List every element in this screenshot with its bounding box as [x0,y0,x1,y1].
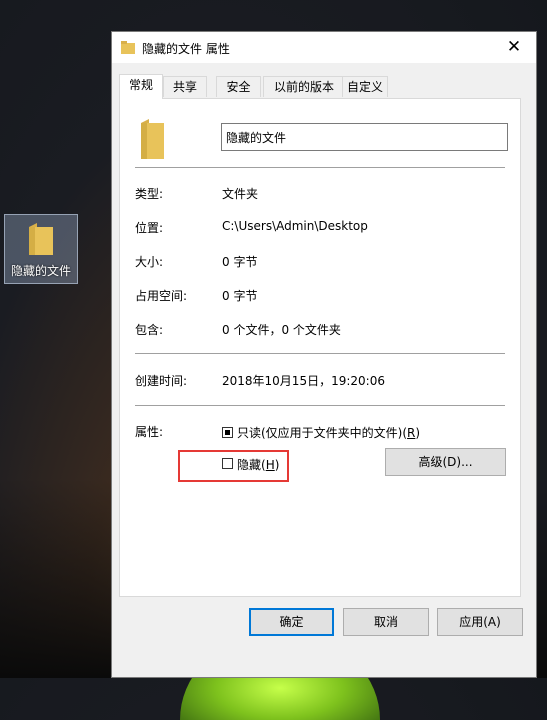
contains-label: 包含: [135,323,164,337]
created-value: 2018年10月15日，19:20:06 [222,374,385,388]
desktop-folder-icon[interactable]: 隐藏的文件 [4,214,78,284]
divider [135,353,505,354]
highlight-box [178,450,289,482]
ok-button[interactable]: 确定 [249,608,334,636]
size-on-disk-value: 0 字节 [222,289,258,303]
tab-security[interactable]: 安全 [216,76,261,97]
created-label: 创建时间: [135,374,188,388]
folder-icon [121,41,135,54]
window-title: 隐藏的文件 属性 [142,42,230,56]
contains-value: 0 个文件，0 个文件夹 [222,323,341,337]
properties-dialog: 隐藏的文件 属性 ✕ 常规 共享 安全 以前的版本 自定义 类型: 文件夹 位置… [111,31,537,678]
size-on-disk-label: 占用空间: [135,289,188,303]
folder-icon [141,119,164,159]
type-value: 文件夹 [222,187,259,201]
desktop-folder-label: 隐藏的文件 [10,264,71,278]
close-button[interactable]: ✕ [492,32,536,63]
tab-sharing[interactable]: 共享 [163,76,207,97]
apply-button[interactable]: 应用(A) [437,608,523,636]
type-label: 类型: [135,187,164,201]
readonly-label[interactable]: 只读(仅应用于文件夹中的文件)(R) [237,424,420,441]
size-label: 大小: [135,255,164,269]
general-panel: 类型: 文件夹 位置: C:\Users\Admin\Desktop 大小: 0… [119,98,521,597]
size-value: 0 字节 [222,255,258,269]
location-label: 位置: [135,221,164,235]
location-value: C:\Users\Admin\Desktop [222,219,368,233]
cancel-button[interactable]: 取消 [343,608,429,636]
tab-customize[interactable]: 自定义 [342,76,388,97]
tab-previous-versions[interactable]: 以前的版本 [263,76,345,97]
folder-name-input[interactable] [221,123,508,151]
divider [135,405,505,406]
advanced-button[interactable]: 高级(D)... [385,448,506,476]
divider [135,167,505,168]
indeterminate-mark [225,430,230,435]
folder-icon [29,223,53,255]
title-bar[interactable]: 隐藏的文件 属性 ✕ [112,32,536,63]
attributes-label: 属性: [135,425,164,439]
readonly-checkbox[interactable] [222,427,233,438]
tab-general[interactable]: 常规 [119,74,163,99]
